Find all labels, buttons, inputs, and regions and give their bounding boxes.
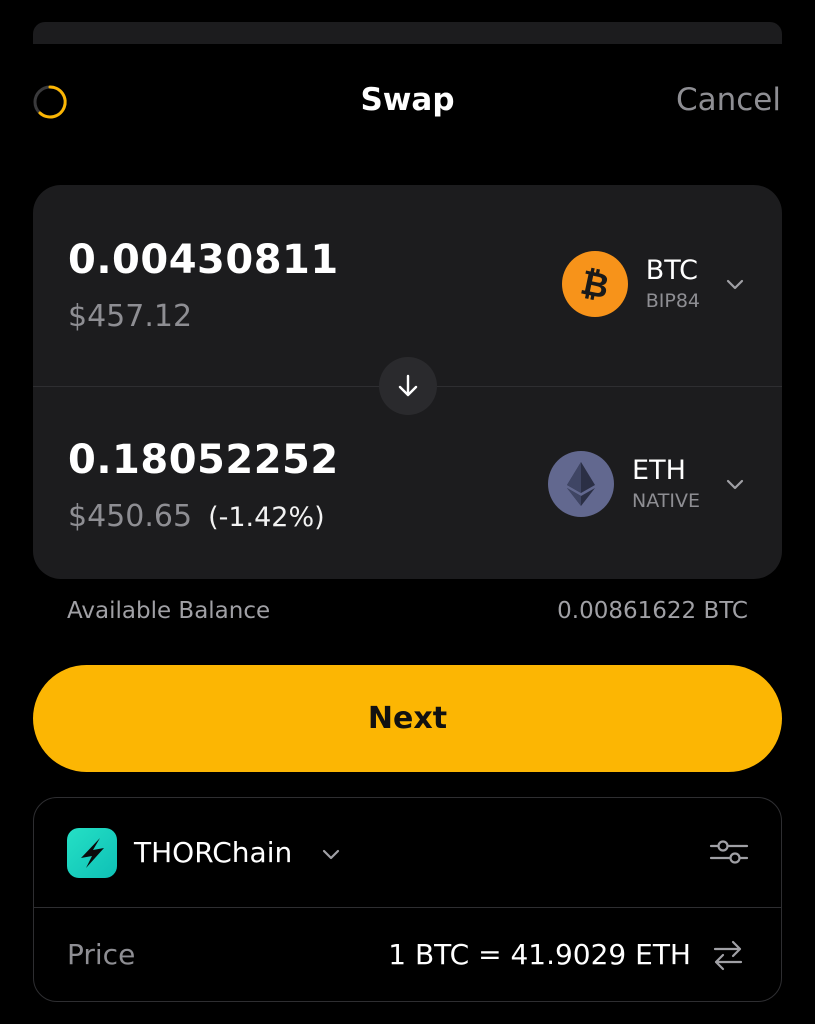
cancel-button[interactable]: Cancel [676, 82, 781, 118]
from-amount-input[interactable]: 0.00430811 [68, 237, 339, 283]
thorchain-icon [67, 828, 117, 878]
header: Swap Cancel [0, 70, 815, 134]
provider-card: THORChain Price 1 BTC = 41.9029 ETH [33, 797, 782, 1002]
price-label: Price [67, 938, 136, 971]
sliders-settings-icon[interactable] [709, 836, 749, 868]
to-token-network: NATIVE [632, 490, 700, 512]
to-token-symbol: ETH [632, 455, 686, 486]
sheet-top-edge [33, 22, 782, 44]
swap-rate-direction-icon[interactable] [711, 938, 745, 972]
svg-text:₿: ₿ [577, 264, 612, 304]
chevron-down-icon [726, 279, 744, 290]
next-button[interactable]: Next [33, 665, 782, 772]
arrow-down-icon [398, 374, 418, 397]
provider-selector[interactable]: THORChain [134, 836, 292, 869]
chevron-down-icon[interactable] [319, 842, 343, 866]
flip-direction-button[interactable] [379, 357, 437, 415]
from-fiat-value: $457.12 [68, 299, 193, 334]
price-row: Price 1 BTC = 41.9029 ETH [34, 910, 781, 1001]
to-fiat-value: $450.65 (-1.42%) [68, 499, 325, 534]
available-balance-row: Available Balance 0.00861622 BTC [67, 598, 748, 630]
balance-label: Available Balance [67, 598, 271, 624]
to-fiat-amount: $450.65 [68, 499, 193, 534]
bitcoin-icon: ₿ [561, 251, 628, 317]
ethereum-icon [548, 451, 615, 517]
from-token-row: 0.00430811 $457.12 ₿ BTC BIP84 [33, 225, 782, 375]
from-token-network: BIP84 [645, 290, 700, 312]
price-value: 1 BTC = 41.9029 ETH [388, 938, 691, 971]
swap-card: 0.00430811 $457.12 ₿ BTC BIP84 0.1805225… [33, 185, 782, 579]
to-amount: 0.18052252 [68, 437, 339, 483]
from-token-symbol: BTC [645, 255, 699, 286]
chevron-down-icon [726, 479, 744, 490]
provider-row: THORChain [34, 798, 781, 908]
balance-value[interactable]: 0.00861622 BTC [557, 598, 748, 624]
price-impact: (-1.42%) [208, 502, 325, 533]
from-token-selector[interactable]: ₿ BTC BIP84 [561, 249, 746, 319]
to-token-row: 0.18052252 $450.65 (-1.42%) ETH NATIVE [33, 425, 782, 575]
divider [34, 906, 781, 908]
to-token-selector[interactable]: ETH NATIVE [548, 449, 746, 519]
